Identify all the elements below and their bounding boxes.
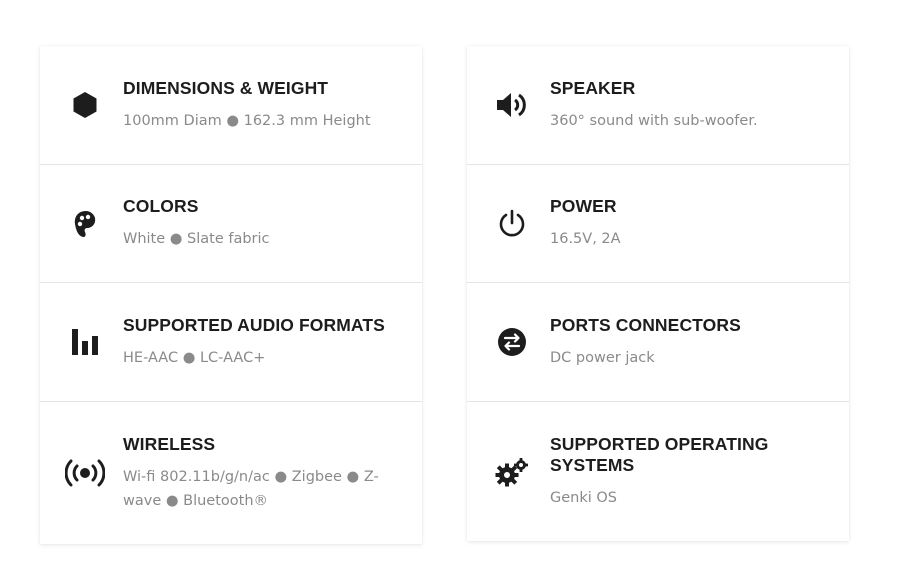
spec-row-operating-systems: SUPPORTED OPERATING SYSTEMS Genki OS bbox=[467, 402, 849, 541]
hexagon-icon bbox=[63, 83, 107, 127]
spec-title: DIMENSIONS & WEIGHT bbox=[123, 77, 329, 98]
power-icon bbox=[490, 202, 534, 246]
spec-value: 100mm Diam ● 162.3 mm Height bbox=[123, 112, 371, 129]
spec-value: Wi-fi 802.11b/g/n/ac ● Zigbee ● Z-wave ●… bbox=[123, 468, 379, 509]
spec-row-ports: PORTS CONNECTORS DC power jack bbox=[467, 283, 849, 402]
spec-value: White ● Slate fabric bbox=[123, 231, 270, 247]
palette-icon bbox=[63, 202, 107, 246]
spec-row-wireless: WIRELESS Wi-fi 802.11b/g/n/ac ● Zigbee ●… bbox=[40, 402, 422, 544]
spec-title: WIRELESS bbox=[123, 433, 216, 454]
spec-value: 360° sound with sub-woofer. bbox=[550, 112, 758, 129]
spec-row-audio-formats: SUPPORTED AUDIO FORMATS HE-AAC ● LC-AAC+ bbox=[40, 283, 422, 402]
spec-value: Genki OS bbox=[550, 489, 617, 506]
broadcast-icon bbox=[63, 451, 107, 495]
spec-card-right: SPEAKER 360° sound with sub-woofer. POWE… bbox=[467, 46, 849, 541]
spec-card-left: DIMENSIONS & WEIGHT 100mm Diam ● 162.3 m… bbox=[40, 46, 422, 544]
spec-value: 16.5V, 2A bbox=[550, 231, 621, 247]
bar-chart-icon bbox=[63, 320, 107, 364]
spec-row-speaker: SPEAKER 360° sound with sub-woofer. bbox=[467, 46, 849, 165]
spec-value: HE-AAC ● LC-AAC+ bbox=[123, 349, 266, 366]
spec-row-dimensions: DIMENSIONS & WEIGHT 100mm Diam ● 162.3 m… bbox=[40, 46, 422, 165]
gears-icon bbox=[490, 450, 534, 494]
spec-row-power: POWER 16.5V, 2A bbox=[467, 165, 849, 283]
spec-value: DC power jack bbox=[550, 349, 655, 366]
spec-title: COLORS bbox=[123, 196, 199, 216]
spec-title: SUPPORTED OPERATING SYSTEMS bbox=[550, 433, 769, 475]
speaker-icon bbox=[490, 83, 534, 127]
spec-title: PORTS CONNECTORS bbox=[550, 314, 741, 335]
spec-title: SUPPORTED AUDIO FORMATS bbox=[123, 314, 385, 335]
spec-row-colors: COLORS White ● Slate fabric bbox=[40, 165, 422, 283]
spec-title: POWER bbox=[550, 196, 617, 216]
spec-title: SPEAKER bbox=[550, 77, 636, 98]
exchange-icon bbox=[490, 320, 534, 364]
